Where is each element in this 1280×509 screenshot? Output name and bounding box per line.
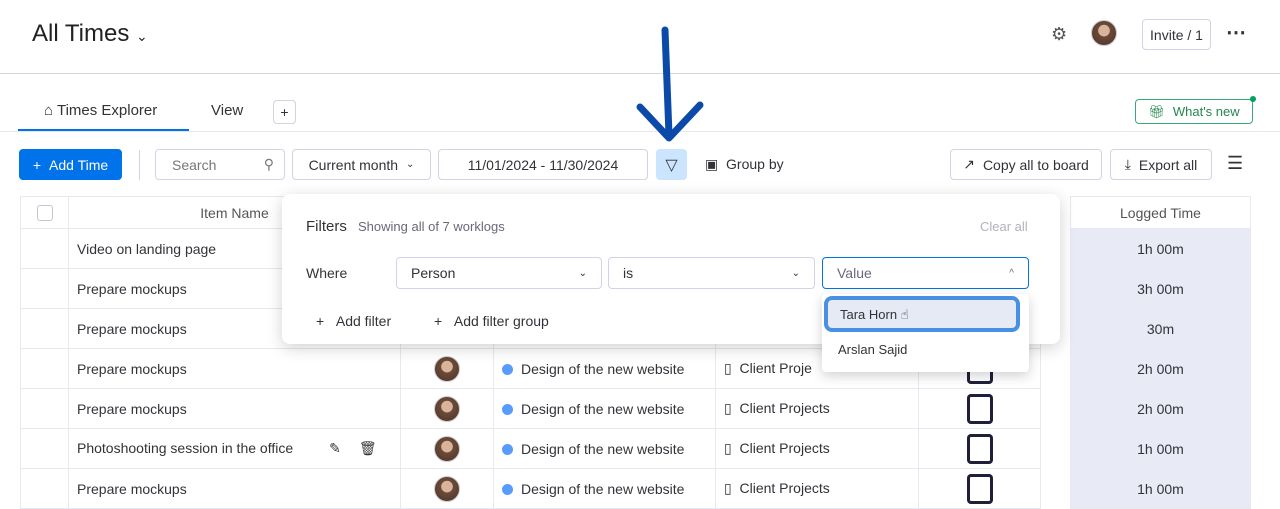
row-checkbox-cell[interactable] [20, 428, 69, 469]
item-name-cell[interactable]: Photoshooting session in the office ✎ 🗑︎ [68, 428, 401, 469]
spacer [1041, 429, 1071, 469]
table-row[interactable]: Prepare mockups Design of the new websit… [20, 388, 1251, 429]
tab-view[interactable]: View [211, 102, 243, 119]
chevron-down-icon: ⌄ [406, 159, 415, 170]
export-all-button[interactable]: ⤓ Export all [1110, 149, 1212, 180]
home-icon: ⌂ [44, 102, 54, 119]
avatar[interactable] [1091, 20, 1117, 46]
arrow-up-right-icon: ↗ [963, 156, 975, 172]
filter-icon: ▽ [665, 156, 678, 174]
chevron-up-icon: ^ [1009, 267, 1014, 279]
row-checkbox-cell[interactable] [20, 308, 69, 349]
chevron-down-icon: ⌄ [791, 267, 800, 279]
chevron-down-icon: ⌄ [578, 267, 587, 279]
search-icon: ⚲ [263, 156, 274, 172]
filter-button[interactable]: ▽ [656, 149, 687, 180]
page-title[interactable]: All Times ⌄ [32, 20, 148, 48]
table-row[interactable]: Prepare mockups Design of the new websit… [20, 348, 1251, 389]
group-cell: Design of the new website [493, 348, 716, 389]
notes-cell[interactable] [918, 428, 1041, 469]
logged-time-cell: 3h 00m [1070, 268, 1251, 309]
value-select[interactable]: Value ^ [822, 257, 1029, 289]
option-tara-horn[interactable]: Tara Horn ☝︎ [824, 296, 1020, 332]
person-cell [400, 388, 494, 429]
logged-time-cell: 2h 00m [1070, 388, 1251, 429]
person-cell [400, 428, 494, 469]
group-color-dot [502, 403, 513, 415]
board-icon: ▯ [724, 480, 732, 496]
group-color-dot [502, 483, 513, 495]
row-checkbox-cell[interactable] [20, 228, 69, 269]
avatar [434, 435, 460, 462]
settings-sliders-icon[interactable]: ☰ [1227, 153, 1243, 174]
add-tab-button[interactable]: + [273, 100, 296, 124]
logged-time-cell: 1h 00m [1070, 228, 1251, 269]
period-dropdown[interactable]: Current month ⌄ [292, 149, 431, 180]
add-filter-button[interactable]: + Add filter [316, 313, 391, 329]
annotation-arrow [636, 26, 704, 142]
table-row[interactable]: Photoshooting session in the office ✎ 🗑︎ D… [20, 428, 1251, 469]
date-range-picker[interactable]: 11/01/2024 - 11/30/2024 [438, 149, 648, 180]
board-icon: ▯ [724, 360, 732, 376]
item-name-cell[interactable]: Prepare mockups [68, 388, 401, 429]
invite-button[interactable]: Invite / 1 [1142, 19, 1211, 50]
board-icon: ▯ [724, 440, 732, 456]
download-icon: ⤓ [1124, 156, 1131, 172]
row-checkbox-cell[interactable] [20, 348, 69, 389]
row-checkbox-cell[interactable] [20, 268, 69, 309]
add-time-button[interactable]: + Add Time [19, 149, 122, 180]
logged-time-header: Logged Time [1070, 196, 1251, 229]
gift-icon: 🎁︎ [1148, 103, 1165, 119]
notification-dot [1250, 96, 1256, 102]
select-all-checkbox[interactable] [20, 196, 69, 229]
spacer [1041, 389, 1071, 429]
document-icon [966, 393, 993, 424]
filters-summary: Showing all of 7 worklogs [358, 219, 505, 234]
chevron-down-icon: ⌄ [136, 28, 148, 44]
group-by-button[interactable]: ▣ Group by [705, 156, 784, 173]
hand-cursor-icon: ☝︎ [900, 307, 909, 322]
board-icon: ▯ [724, 400, 732, 416]
row-checkbox-cell[interactable] [20, 388, 69, 429]
avatar [434, 395, 460, 422]
avatar [434, 355, 460, 382]
add-filter-group-button[interactable]: + Add filter group [434, 313, 549, 329]
document-icon [966, 473, 993, 504]
column-select[interactable]: Person ⌄ [396, 257, 602, 289]
more-icon[interactable]: ⋯ [1226, 20, 1246, 45]
group-color-dot [502, 363, 513, 375]
item-name-cell[interactable]: Prepare mockups [68, 348, 401, 389]
spacer [1041, 349, 1071, 389]
copy-all-button[interactable]: ↗ Copy all to board [950, 149, 1102, 180]
logged-time-cell: 2h 00m [1070, 348, 1251, 389]
edit-icon[interactable]: ✎ [329, 440, 341, 456]
tab-times-explorer[interactable]: ⌂ Times Explorer [44, 102, 157, 119]
operator-select[interactable]: is ⌄ [608, 257, 815, 289]
divider [139, 150, 140, 180]
group-cell: Design of the new website [493, 428, 716, 469]
plus-icon: + [32, 156, 42, 173]
settings-icon[interactable]: ⚙ [1051, 24, 1067, 45]
clear-all-button[interactable]: Clear all [980, 219, 1028, 234]
board-cell: ▯ Client Projects [715, 428, 919, 469]
value-dropdown: Tara Horn ☝︎ Arslan Sajid [822, 294, 1029, 372]
logged-time-cell: 30m [1070, 308, 1251, 349]
delete-icon[interactable]: 🗑︎ [359, 440, 377, 456]
avatar [434, 475, 460, 502]
board-cell: ▯ Client Projects [715, 388, 919, 429]
group-icon: ▣ [705, 156, 719, 172]
document-icon [966, 433, 993, 464]
option-arslan-sajid[interactable]: Arslan Sajid [838, 342, 907, 357]
logged-time-cell: 1h 00m [1070, 428, 1251, 469]
filters-title: Filters [306, 218, 347, 235]
whats-new-button[interactable]: 🎁︎ What's new [1135, 99, 1253, 124]
group-cell: Design of the new website [493, 388, 716, 429]
notes-cell[interactable] [918, 388, 1041, 429]
where-label: Where [306, 265, 348, 281]
search-input[interactable]: Search ⚲ [155, 149, 285, 180]
group-color-dot [502, 443, 513, 455]
person-cell [400, 348, 494, 389]
